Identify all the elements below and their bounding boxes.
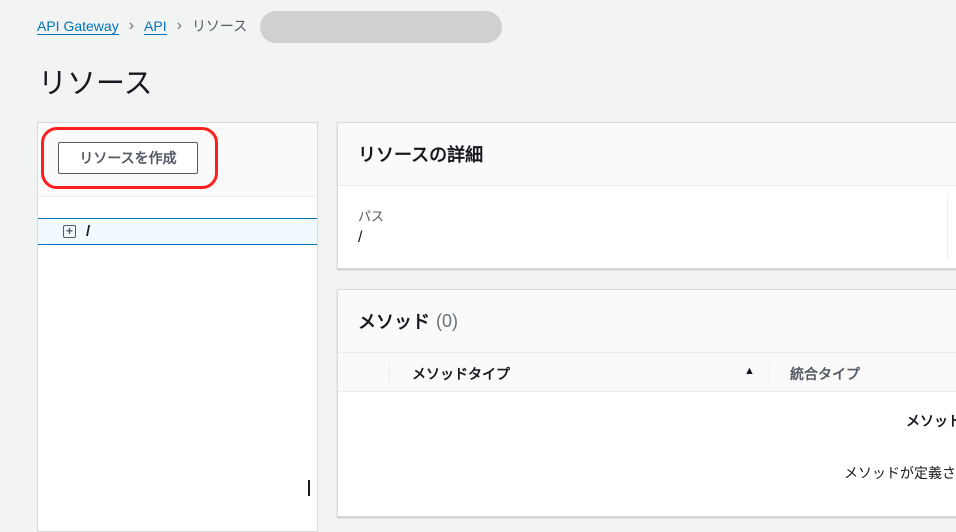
path-label: パス xyxy=(358,209,385,224)
tree-item-root[interactable]: + / xyxy=(38,218,317,245)
breadcrumb: API Gateway › API › リソース xyxy=(37,16,247,36)
tree-item-label: / xyxy=(86,223,91,240)
path-value: / xyxy=(358,229,363,246)
breadcrumb-api-gateway[interactable]: API Gateway xyxy=(37,18,119,35)
methods-count: (0) xyxy=(436,310,458,331)
empty-state-text: メソッドが定義さ xyxy=(844,465,956,481)
empty-state-title: メソッド xyxy=(906,413,956,429)
resource-tree-panel: リソースを作成 + / xyxy=(37,122,318,532)
create-resource-button[interactable]: リソースを作成 xyxy=(58,142,198,174)
expand-icon[interactable]: + xyxy=(63,225,76,238)
methods-panel: メソッド (0) メソッドタイプ ▲ 統合タイプ メソッド メソッドが定義さ xyxy=(337,289,956,517)
column-integration-type[interactable]: 統合タイプ xyxy=(790,364,860,384)
methods-title: メソッド xyxy=(358,312,430,332)
sort-ascending-icon[interactable]: ▲ xyxy=(744,365,755,377)
redacted-api-name xyxy=(260,11,502,43)
column-method-type[interactable]: メソッドタイプ xyxy=(412,364,510,384)
breadcrumb-current: リソース xyxy=(191,18,248,34)
resize-handle[interactable] xyxy=(308,480,310,496)
chevron-right-icon: › xyxy=(128,17,135,34)
resource-details-panel: リソースの詳細 パス / xyxy=(337,122,956,269)
breadcrumb-api[interactable]: API xyxy=(144,18,167,35)
page-title: リソース xyxy=(38,68,153,100)
methods-table-header: メソッドタイプ ▲ 統合タイプ xyxy=(338,353,956,392)
details-title: リソースの詳細 xyxy=(338,123,956,186)
chevron-right-icon: › xyxy=(176,17,182,34)
